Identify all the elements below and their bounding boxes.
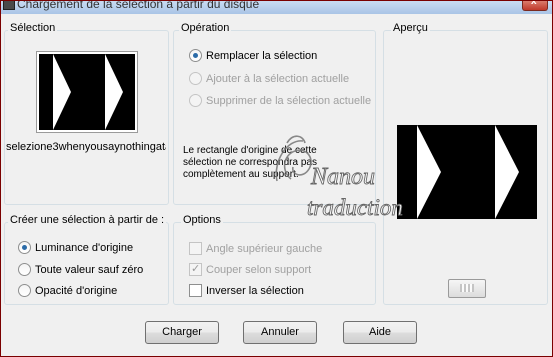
radio-icon xyxy=(189,93,202,107)
top-left-corner-label: Angle supérieur gauche xyxy=(206,243,323,255)
radio-checked-icon xyxy=(18,240,31,254)
operation-replace-label: Remplacer la sélection xyxy=(206,50,318,62)
window-title: Chargement de la sélection à partir du d… xyxy=(17,1,260,11)
radio-icon xyxy=(18,283,31,297)
close-icon: x xyxy=(531,1,537,7)
checkbox-icon xyxy=(189,241,202,255)
chevron-down-icon[interactable] xyxy=(127,87,133,91)
dialog-window: Chargement de la sélection à partir du d… xyxy=(0,0,553,357)
create-from-group-label: Créer une sélection à partir de : xyxy=(8,214,167,226)
cancel-button[interactable]: Annuler xyxy=(243,321,317,344)
operation-replace-radio[interactable]: Remplacer la sélection xyxy=(189,48,317,64)
preview-group-label: Aperçu xyxy=(391,22,430,34)
checkbox-checked-icon xyxy=(189,261,202,277)
opacity-radio[interactable]: Opacité d'origine xyxy=(18,283,117,299)
selection-dropdown[interactable] xyxy=(36,51,138,133)
selection-name: selezione3whenyousaynothingata xyxy=(6,141,166,153)
invert-selection-checkbox[interactable]: Inverser la sélection xyxy=(189,283,304,299)
title-bar[interactable]: Chargement de la sélection à partir du d… xyxy=(1,1,552,14)
selection-thumbnail xyxy=(39,54,135,130)
options-group-label: Options xyxy=(181,214,223,226)
operation-group-label: Opération xyxy=(179,22,232,34)
close-button[interactable]: x xyxy=(522,1,548,11)
crop-to-canvas-checkbox[interactable]: Couper selon support xyxy=(189,261,312,278)
luminance-label: Luminance d'origine xyxy=(35,242,134,254)
preview-toggle-button[interactable] xyxy=(448,279,486,298)
operation-add-radio[interactable]: Ajouter à la sélection actuelle xyxy=(189,71,349,87)
nonzero-radio[interactable]: Toute valeur sauf zéro xyxy=(18,262,143,278)
preview-image xyxy=(397,125,537,222)
top-left-corner-checkbox[interactable]: Angle supérieur gauche xyxy=(189,241,322,257)
invert-selection-label: Inverser la sélection xyxy=(206,285,304,297)
radio-icon xyxy=(189,71,202,85)
radio-icon xyxy=(18,262,31,276)
checkbox-icon xyxy=(189,283,202,297)
operation-add-label: Ajouter à la sélection actuelle xyxy=(206,73,350,85)
load-button[interactable]: Charger xyxy=(145,321,219,344)
opacity-label: Opacité d'origine xyxy=(35,285,118,297)
radio-checked-icon xyxy=(189,48,202,62)
selection-group-label: Sélection xyxy=(8,22,58,34)
window-app-icon xyxy=(3,1,15,10)
operation-remove-label: Supprimer de la sélection actuelle xyxy=(206,95,372,107)
crop-to-canvas-label: Couper selon support xyxy=(206,264,312,276)
operation-remove-radio[interactable]: Supprimer de la sélection actuelle xyxy=(189,93,371,109)
preview-toggle-icon xyxy=(460,284,474,292)
operation-note: Le rectangle d'origine de cette sélectio… xyxy=(183,145,317,180)
nonzero-label: Toute valeur sauf zéro xyxy=(35,264,144,276)
help-button[interactable]: Aide xyxy=(343,321,417,344)
luminance-radio[interactable]: Luminance d'origine xyxy=(18,240,133,256)
